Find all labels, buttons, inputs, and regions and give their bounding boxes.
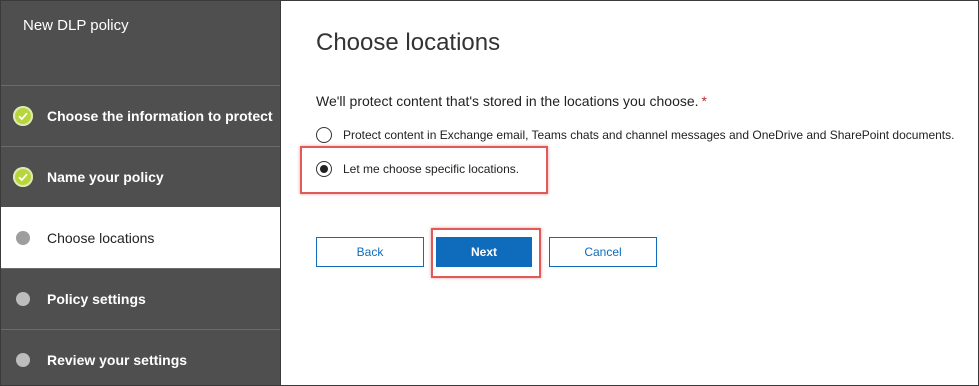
step-label: Name your policy [47,169,164,185]
radio-button-unselected[interactable] [316,127,332,143]
wizard-title: New DLP policy [23,17,129,34]
wizard-content: Choose locations We'll protect content t… [281,1,978,385]
radio-button-selected[interactable] [316,161,332,177]
checkmark-icon [13,167,33,187]
prompt-text: We'll protect content that's stored in t… [316,93,699,109]
option-protect-all-locations[interactable]: Protect content in Exchange email, Teams… [316,127,954,143]
step-label: Policy settings [47,291,146,307]
cancel-button[interactable]: Cancel [549,237,657,267]
option-specific-locations[interactable]: Let me choose specific locations. [316,161,519,177]
option-label: Protect content in Exchange email, Teams… [343,128,955,142]
wizard-sidebar: New DLP policy Choose the information to… [1,1,281,385]
required-marker: * [701,93,707,109]
step-label: Review your settings [47,352,188,368]
page-title: Choose locations [316,29,501,56]
step-label: Choose locations [47,230,155,246]
step-name-policy[interactable]: Name your policy [1,146,280,207]
checkmark-icon [13,106,33,126]
back-button[interactable]: Back [316,237,424,267]
next-button[interactable]: Next [436,237,532,267]
step-review-settings[interactable]: Review your settings [1,329,280,385]
step-label: Choose the information to protect [47,108,273,124]
step-dot-icon [16,231,30,245]
step-policy-settings[interactable]: Policy settings [1,268,280,329]
step-dot-icon [16,353,30,367]
radio-dot-icon [320,165,328,173]
locations-prompt: We'll protect content that's stored in t… [316,93,707,109]
step-dot-icon [16,292,30,306]
step-choose-locations[interactable]: Choose locations [1,207,280,268]
wizard-window: New DLP policy Choose the information to… [0,0,979,386]
option-label: Let me choose specific locations. [343,162,520,176]
step-choose-information[interactable]: Choose the information to protect [1,85,280,146]
